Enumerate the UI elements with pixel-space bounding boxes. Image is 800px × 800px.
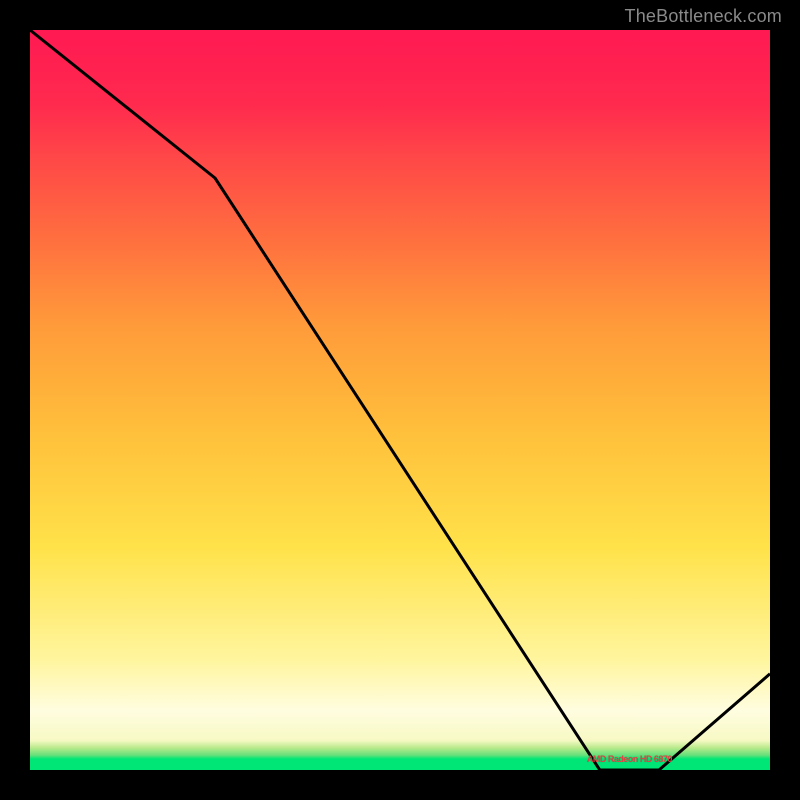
gradient-background [30, 30, 770, 770]
frame: AMD Radeon HD 6870 TheBottleneck.com [0, 0, 800, 800]
series-label: AMD Radeon HD 6870 [587, 754, 672, 764]
watermark-text: TheBottleneck.com [625, 6, 782, 27]
plot-area: AMD Radeon HD 6870 [30, 30, 770, 770]
